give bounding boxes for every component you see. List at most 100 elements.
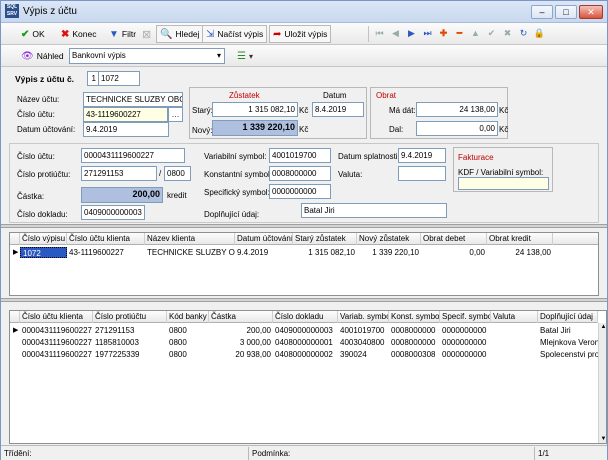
valuta-field[interactable] bbox=[398, 166, 446, 181]
scroll-up-icon[interactable]: ▲ bbox=[599, 323, 606, 332]
cell-cislo-uctu-klienta[interactable]: 0000431119600227 bbox=[20, 325, 93, 336]
kdf-field[interactable] bbox=[458, 177, 549, 190]
maximize-button[interactable]: □ bbox=[555, 5, 577, 19]
col-castka[interactable]: Částka bbox=[209, 311, 273, 323]
cell-valuta[interactable] bbox=[491, 337, 538, 348]
cell-specif-symbol[interactable]: 0000000000 bbox=[440, 337, 491, 348]
bank-code-field[interactable]: 0800 bbox=[164, 166, 191, 181]
doplnujici-field[interactable]: Batal Jiri bbox=[301, 203, 447, 218]
cell-cislo-dokladu[interactable]: 0408000000002 bbox=[273, 349, 338, 360]
next-record-icon[interactable]: ▶ bbox=[405, 27, 418, 40]
splitter[interactable] bbox=[1, 224, 607, 228]
cell-doplnujici-udaj[interactable]: Spolecenstvi pro bbox=[538, 349, 598, 360]
vypis-year-field[interactable]: 1072 bbox=[98, 71, 140, 86]
cell-obrat-debet[interactable]: 0,00 bbox=[421, 247, 487, 258]
col-obrat-kredit[interactable]: Obrat kredit bbox=[487, 233, 553, 245]
cell-kod-banky[interactable]: 0800 bbox=[167, 337, 209, 348]
ss-field[interactable]: 0000000000 bbox=[269, 184, 331, 199]
cell-cislo-uctu-klienta[interactable]: 43-1119600227 bbox=[67, 247, 145, 258]
col-cislo-vypisu[interactable]: Číslo výpisu bbox=[20, 233, 67, 245]
ma-dati-field[interactable]: 24 138,00 bbox=[416, 102, 498, 117]
vertical-scrollbar[interactable]: ▲ ▼ bbox=[598, 323, 606, 443]
cell-castka[interactable]: 200,00 bbox=[209, 325, 273, 336]
col-novy-zustatek[interactable]: Nový zůstatek bbox=[357, 233, 421, 245]
refresh-icon[interactable]: ↻ bbox=[517, 27, 530, 40]
cell-specif-symbol[interactable]: 0000000000 bbox=[440, 349, 491, 360]
scroll-down-icon[interactable]: ▼ bbox=[599, 435, 606, 443]
cell-cislo-protiuctu[interactable]: 271291153 bbox=[93, 325, 167, 336]
cell-cislo-dokladu[interactable]: 0408000000001 bbox=[273, 337, 338, 348]
stary-zustatek-field[interactable]: 1 315 082,10 bbox=[212, 102, 298, 117]
add-record-icon[interactable]: ✚ bbox=[437, 27, 450, 40]
post-record-icon[interactable]: ✔ bbox=[485, 27, 498, 40]
edit-record-icon[interactable]: ▲ bbox=[469, 27, 482, 40]
cell-cislo-protiuctu[interactable]: 1185810003 bbox=[93, 337, 167, 348]
report-select[interactable]: Bankovní výpis ▾ bbox=[69, 48, 225, 64]
nacist-vypis-button[interactable]: ⇲ Načíst výpis bbox=[202, 25, 268, 43]
last-record-icon[interactable]: ⏭ bbox=[421, 27, 434, 40]
cell-variab-symbol[interactable]: 390024 bbox=[338, 349, 389, 360]
ok-button[interactable]: ✔ OK bbox=[17, 25, 49, 43]
col-valuta[interactable]: Valuta bbox=[491, 311, 538, 323]
cell-valuta[interactable] bbox=[491, 349, 538, 360]
col-variab-symbol[interactable]: Variab. symbo bbox=[338, 311, 389, 323]
clear-filter-button[interactable]: ⊠ bbox=[138, 25, 155, 43]
cell-variab-symbol[interactable]: 4003040800 bbox=[338, 337, 389, 348]
col-cislo-uctu-klienta[interactable]: Číslo účtu klienta bbox=[67, 233, 145, 245]
cislo-uctu-field[interactable]: 43-1119600227 bbox=[83, 107, 168, 122]
account-lookup-button[interactable]: … bbox=[168, 107, 183, 122]
cell-doplnujici-udaj[interactable]: Batal Jiri bbox=[538, 325, 598, 336]
castka-field[interactable]: 200,00 bbox=[81, 187, 163, 203]
cell-specif-symbol[interactable]: 0000000000 bbox=[440, 325, 491, 336]
minimize-button[interactable]: – bbox=[531, 5, 553, 19]
splitter[interactable] bbox=[1, 298, 607, 302]
cell-novy-zustatek[interactable]: 1 339 220,10 bbox=[357, 247, 421, 258]
col-konst-symbol[interactable]: Konst. symbol bbox=[389, 311, 440, 323]
col-doplnujici-udaj[interactable]: Doplňující údaj bbox=[538, 311, 598, 323]
cell-konst-symbol[interactable]: 0008000000 bbox=[389, 325, 440, 336]
cell-valuta[interactable] bbox=[491, 325, 538, 336]
col-nazev-klienta[interactable]: Název klienta bbox=[145, 233, 235, 245]
col-cislo-uctu-klienta[interactable]: Číslo účtu klienta bbox=[20, 311, 93, 323]
ulozit-vypis-button[interactable]: ➦ Uložit výpis bbox=[269, 25, 332, 43]
col-specif-symbol[interactable]: Specif. symbo bbox=[440, 311, 491, 323]
cell-konst-symbol[interactable]: 0008000308 bbox=[389, 349, 440, 360]
cell-nazev-klienta[interactable]: TECHNICKE SLUZBY OE bbox=[145, 247, 235, 258]
cell-cislo-uctu-klienta[interactable]: 0000431119600227 bbox=[20, 337, 93, 348]
cell-kod-banky[interactable]: 0800 bbox=[167, 325, 209, 336]
col-obrat-debet[interactable]: Obrat debet bbox=[421, 233, 487, 245]
cell-cislo-dokladu[interactable]: 0409000000003 bbox=[273, 325, 338, 336]
list-options-button[interactable]: ☰ ▾ bbox=[233, 47, 257, 65]
protiucet-field[interactable]: 271291153 bbox=[81, 166, 157, 181]
doklad-field[interactable]: 0409000000003 bbox=[81, 205, 145, 220]
detail-cislo-uctu-field[interactable]: 0000431119600227 bbox=[81, 148, 185, 163]
hledej-button[interactable]: 🔍 Hledej bbox=[156, 25, 204, 43]
col-cislo-protiuctu[interactable]: Číslo protiúčtu bbox=[93, 311, 167, 323]
konec-button[interactable]: ✖ Konec bbox=[57, 25, 101, 43]
cell-cislo-uctu-klienta[interactable]: 0000431119600227 bbox=[20, 349, 93, 360]
col-kod-banky[interactable]: Kód banky bbox=[167, 311, 209, 323]
cancel-record-icon[interactable]: ✖ bbox=[501, 27, 514, 40]
dal-field[interactable]: 0,00 bbox=[416, 121, 498, 136]
nahled-button[interactable]: 👁 Náhled bbox=[17, 47, 68, 65]
delete-record-icon[interactable]: ━ bbox=[453, 27, 466, 40]
cell-castka[interactable]: 20 938,00 bbox=[209, 349, 273, 360]
cell-castka[interactable]: 3 000,00 bbox=[209, 337, 273, 348]
splatnost-field[interactable]: 9.4.2019 bbox=[398, 148, 446, 163]
cell-kod-banky[interactable]: 0800 bbox=[167, 349, 209, 360]
col-datum-uctovani[interactable]: Datum účtování bbox=[235, 233, 293, 245]
cell-datum-uctovani[interactable]: 9.4.2019 bbox=[235, 247, 293, 258]
novy-zustatek-field[interactable]: 1 339 220,10 bbox=[212, 120, 298, 136]
nazev-field[interactable]: TECHNICKE SLUZBY OBC bbox=[83, 92, 183, 107]
cell-stary-zustatek[interactable]: 1 315 082,10 bbox=[293, 247, 357, 258]
col-stary-zustatek[interactable]: Starý zůstatek bbox=[293, 233, 357, 245]
cell-cislo-protiuctu[interactable]: 1977225339 bbox=[93, 349, 167, 360]
cell-obrat-kredit[interactable]: 24 138,00 bbox=[487, 247, 553, 258]
vs-field[interactable]: 4001019700 bbox=[269, 148, 331, 163]
cell-cislo-vypisu[interactable]: 1072 bbox=[20, 247, 67, 258]
filtr-button[interactable]: ▼ Filtr bbox=[105, 25, 140, 43]
cell-doplnujici-udaj[interactable]: Mlejnkova Veron bbox=[538, 337, 598, 348]
lock-icon[interactable]: 🔒 bbox=[533, 27, 546, 40]
datum-uctovani-field[interactable]: 9.4.2019 bbox=[83, 122, 169, 137]
cell-variab-symbol[interactable]: 4001019700 bbox=[338, 325, 389, 336]
